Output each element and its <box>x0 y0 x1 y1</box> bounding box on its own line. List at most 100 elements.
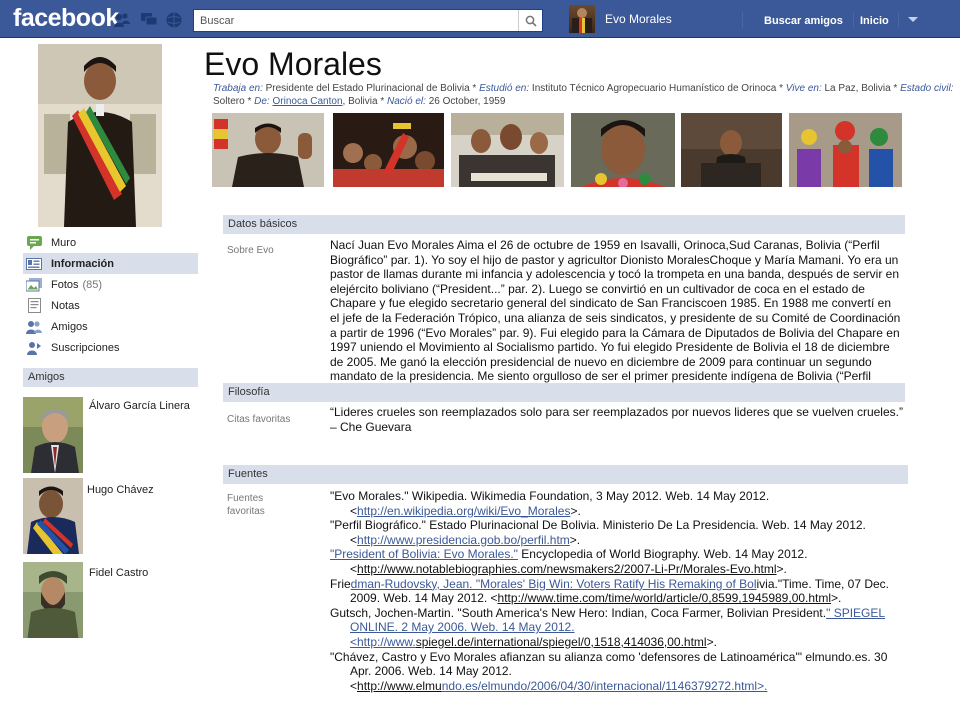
works-label: Trabaja en: <box>213 83 263 94</box>
strip-photo[interactable] <box>212 113 324 187</box>
sources-header: Fuentes <box>223 465 908 484</box>
friend-name[interactable]: Álvaro García Linera <box>89 400 190 412</box>
source-link[interactable]: "President of Bolivia: Evo Morales." <box>330 547 518 561</box>
profile-link[interactable]: Evo Morales <box>569 4 672 34</box>
strip-photo[interactable] <box>789 113 902 187</box>
friend-photo[interactable] <box>23 562 83 638</box>
source-text: >. <box>776 561 787 576</box>
sidebar-item-suscripciones[interactable]: Suscripciones <box>23 337 198 358</box>
source-entry: Gutsch, Jochen-Martin. "South America's … <box>330 606 905 650</box>
source-link[interactable]: http://www.presidencia.gob.bo/perfil.htm <box>357 533 570 547</box>
search-input[interactable] <box>194 10 518 31</box>
about-label: Sobre Evo <box>227 245 274 256</box>
studied-value: Instituto Técnico Agropecuario Humanísti… <box>531 83 777 94</box>
from-rest: , Bolivia <box>342 96 378 107</box>
sources-list: "Evo Morales." Wikipedia. Wikimedia Foun… <box>330 489 905 693</box>
friend-photo[interactable] <box>23 478 83 554</box>
source-text: Frie <box>330 576 351 591</box>
strip-photo[interactable] <box>681 113 782 187</box>
sources-label: Fuentes favoritas <box>227 493 265 517</box>
hometown-link[interactable]: Orinoca Canton <box>272 96 342 107</box>
source-link[interactable]: http://en.wikipedia.org/wiki/Evo_Morales <box>357 504 570 518</box>
philosophy-header: Filosofía <box>223 383 905 402</box>
search-box <box>193 9 543 32</box>
profile-name-link: Evo Morales <box>605 12 672 26</box>
source-link[interactable]: http://www.notablebiographies.com/newsma… <box>357 562 777 576</box>
sidebar-item-notas[interactable]: Notas <box>23 295 198 316</box>
friends-header: Amigos <box>23 368 198 387</box>
source-link[interactable]: ndo.es/elmundo/2006/04/30/internacional/… <box>442 679 768 693</box>
source-entry: "Chávez, Castro y Evo Morales afianzan s… <box>330 650 905 694</box>
search-icon <box>525 15 537 27</box>
friend-photo[interactable] <box>23 397 83 473</box>
source-link[interactable]: dman-Rudovsky, Jean. "Morales' Big Win: … <box>351 577 757 591</box>
sidebar-item-informacion[interactable]: Información <box>23 253 198 274</box>
sidebar-item-amigos[interactable]: Amigos <box>23 316 198 337</box>
profile-title: Evo Morales <box>204 46 382 82</box>
sidebar-item-label: Amigos <box>51 320 88 333</box>
nav-divider <box>742 12 743 28</box>
source-entry: "Perfil Biográfico." Estado Plurinaciona… <box>330 518 905 547</box>
sidebar-item-fotos[interactable]: Fotos (85) <box>23 274 198 295</box>
lives-value: La Paz, Bolivia <box>824 83 891 94</box>
avatar <box>569 5 595 33</box>
source-text: >. <box>706 634 717 649</box>
home-link[interactable]: Inicio <box>860 15 889 27</box>
sidebar-item-label: Suscripciones <box>51 341 120 354</box>
source-text: Gutsch, Jochen-Martin. "South America's … <box>330 605 827 620</box>
about-text-container: Nací Juan Evo Morales Aima el 26 de octu… <box>330 238 902 383</box>
source-link[interactable]: http://www.elmu <box>357 679 442 693</box>
find-friends-link[interactable]: Buscar amigos <box>764 15 843 27</box>
about-text: Nací Juan Evo Morales Aima el 26 de octu… <box>330 238 901 383</box>
sidebar-item-muro[interactable]: Muro <box>23 232 198 253</box>
sidebar-item-label: Notas <box>51 299 80 312</box>
wall-icon <box>26 235 42 251</box>
sidebar-item-label: Información <box>51 257 114 270</box>
born-label: Nació el: <box>387 96 426 107</box>
notifications-icon[interactable] <box>165 11 183 29</box>
sidebar-item-label: Fotos <box>51 278 79 291</box>
quotes-label: Citas favoritas <box>227 414 291 425</box>
nav-divider <box>898 12 899 28</box>
source-text: >. <box>831 591 842 606</box>
friend-requests-icon[interactable] <box>113 11 131 29</box>
friend-name[interactable]: Fidel Castro <box>89 567 148 579</box>
info-icon <box>26 256 42 272</box>
lives-label: Vive en: <box>785 83 822 94</box>
search-button[interactable] <box>518 10 542 31</box>
profile-picture[interactable] <box>38 44 162 227</box>
source-entry: Friedman-Rudovsky, Jean. "Morales' Big W… <box>330 577 905 606</box>
profile-summary: Trabaja en: Presidente del Estado Plurin… <box>213 83 954 107</box>
facebook-logo[interactable]: facebook <box>13 4 119 33</box>
profile-sidebar-nav: Muro Información Fotos (85) Notas Amigos… <box>23 232 198 358</box>
source-entry: "Evo Morales." Wikipedia. Wikimedia Foun… <box>330 489 905 518</box>
photos-count: (85) <box>82 278 103 291</box>
favorite-quote: “Lideres crueles son reemplazados solo p… <box>330 405 903 434</box>
photo-strip <box>212 113 902 188</box>
source-text: >. <box>570 503 581 518</box>
nav-divider <box>853 12 854 28</box>
messages-icon[interactable] <box>140 11 158 29</box>
studied-label: Estudió en: <box>479 83 530 94</box>
source-link[interactable]: spiegel.de/international/spiegel/0,1518,… <box>416 635 707 649</box>
status-label: Estado civil: <box>900 83 954 94</box>
friends-icon <box>26 319 42 335</box>
basic-info-header: Datos básicos <box>223 215 905 234</box>
photos-icon <box>26 277 42 293</box>
top-bar: facebook Evo Morales Buscar amigos Inici… <box>0 0 960 38</box>
chevron-down-icon[interactable] <box>905 11 921 27</box>
works-value: Presidente del Estado Plurinacional de B… <box>265 83 470 94</box>
strip-photo[interactable] <box>451 113 564 187</box>
source-text: >. <box>569 532 581 547</box>
status-value: Soltero <box>213 96 245 107</box>
subscriptions-icon <box>26 340 42 356</box>
source-entry: "President of Bolivia: Evo Morales." Enc… <box>330 547 905 576</box>
born-value: 26 October, 1959 <box>428 96 506 107</box>
friend-name[interactable]: Hugo Chávez <box>87 484 154 496</box>
from-label: De: <box>254 96 270 107</box>
strip-photo[interactable] <box>571 113 675 187</box>
sidebar-item-label: Muro <box>51 236 77 249</box>
source-link[interactable]: http://www.time.com/time/world/article/0… <box>498 591 832 605</box>
notes-icon <box>26 298 42 314</box>
strip-photo[interactable] <box>333 113 444 187</box>
